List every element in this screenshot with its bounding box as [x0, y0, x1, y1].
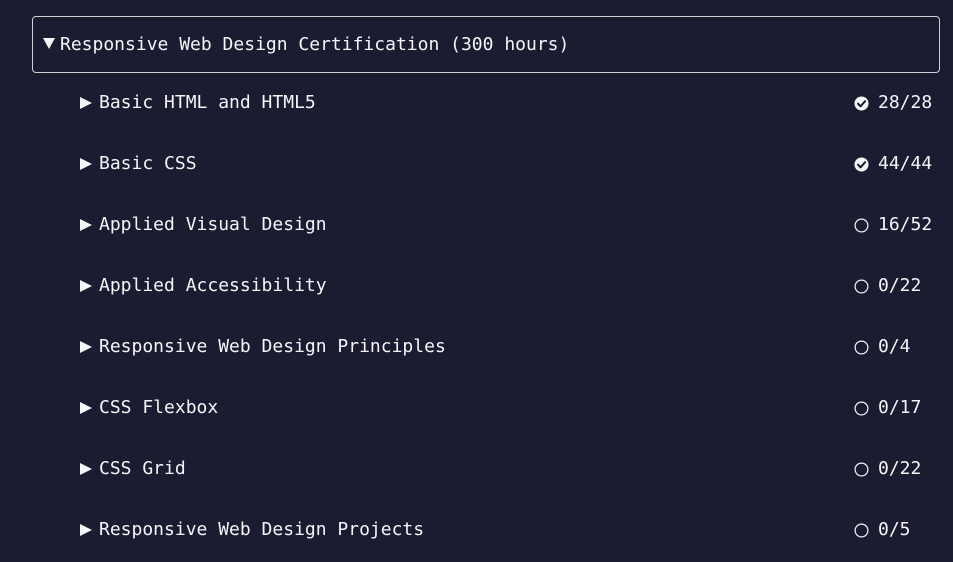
empty-circle-icon [854, 401, 869, 416]
block-progress: 0/5 [878, 519, 911, 540]
caret-right-icon [80, 341, 92, 353]
caret-right-icon [80, 280, 92, 292]
caret-right-icon [80, 219, 92, 231]
block-progress: 0/22 [878, 458, 922, 479]
block-item[interactable]: Applied Visual Design 16/52 [0, 196, 953, 257]
caret-right-icon [80, 463, 92, 475]
block-title: CSS Flexbox [99, 397, 219, 418]
check-circle-icon [854, 157, 869, 172]
block-progress: 0/4 [878, 336, 911, 357]
block-item[interactable]: CSS Flexbox 0/17 [0, 379, 953, 440]
caret-right-icon [80, 524, 92, 536]
block-item[interactable]: Basic CSS 44/44 [0, 135, 953, 196]
block-progress: 0/17 [878, 397, 922, 418]
empty-circle-icon [854, 218, 869, 233]
block-item[interactable]: Responsive Web Design Principles 0/4 [0, 318, 953, 379]
caret-right-icon [80, 97, 92, 109]
caret-right-icon [80, 158, 92, 170]
block-title: Responsive Web Design Projects [99, 519, 425, 540]
empty-circle-icon [854, 340, 869, 355]
block-title: Applied Visual Design [99, 214, 327, 235]
certification-toggle[interactable]: Responsive Web Design Certification (300… [32, 16, 940, 73]
block-item[interactable]: CSS Grid 0/22 [0, 440, 953, 501]
certification-title: Responsive Web Design Certification (300… [60, 34, 570, 55]
block-item[interactable]: Applied Accessibility 0/22 [0, 257, 953, 318]
caret-down-icon [43, 38, 55, 49]
caret-right-icon [80, 402, 92, 414]
empty-circle-icon [854, 523, 869, 538]
block-item[interactable]: Responsive Web Design Projects 0/5 [0, 501, 953, 562]
block-title: Basic HTML and HTML5 [99, 92, 316, 113]
block-title: Basic CSS [99, 153, 197, 174]
block-progress: 0/22 [878, 275, 922, 296]
block-title: CSS Grid [99, 458, 186, 479]
check-circle-icon [854, 96, 869, 111]
block-progress: 44/44 [878, 153, 933, 174]
empty-circle-icon [854, 462, 869, 477]
block-title: Responsive Web Design Principles [99, 336, 446, 357]
block-progress: 28/28 [878, 92, 933, 113]
empty-circle-icon [854, 279, 869, 294]
block-progress: 16/52 [878, 214, 933, 235]
block-title: Applied Accessibility [99, 275, 327, 296]
block-item[interactable]: Basic HTML and HTML5 28/28 [0, 74, 953, 135]
